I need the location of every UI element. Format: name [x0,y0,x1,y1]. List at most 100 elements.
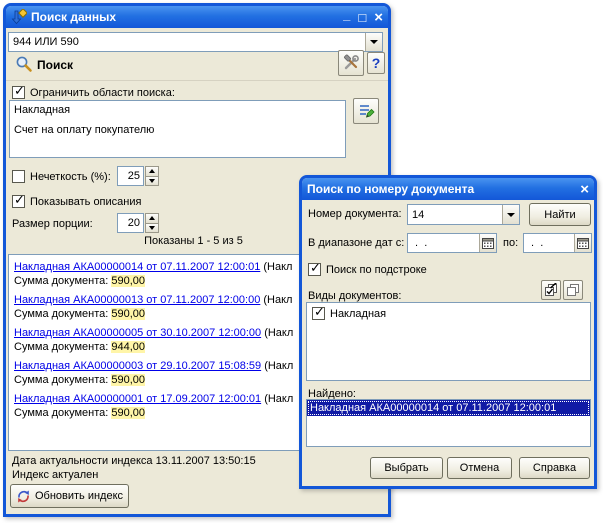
search-icon [15,55,33,76]
search-query-combobox[interactable]: 944 ИЛИ 590 [8,32,383,52]
date-from-calendar-button[interactable] [479,234,496,252]
result-link[interactable]: Накладная АКА00000014 от 07.11.2007 12:0… [14,261,260,273]
check-all-button[interactable] [541,280,561,300]
amount-highlight: 590,00 [111,275,145,287]
window2-client: Номер документа: 14 Найти В диапазоне да… [302,200,594,486]
limit-areas-checkbox[interactable]: Ограничить области поиска: [12,86,175,99]
edit-list-icon [357,102,375,120]
refresh-index-button[interactable]: Обновить индекс [10,484,129,508]
doc-type-checkbox-item[interactable]: Накладная [312,307,589,320]
window-doc-number-search: Поиск по номеру документа × Номер докуме… [299,175,597,489]
edit-areas-button[interactable] [353,98,379,124]
date-to-value[interactable]: . . [524,235,574,251]
spin-down-button[interactable] [145,224,159,234]
result-tail: (Накл [260,261,292,273]
date-range-label: В диапазоне дат с: [308,237,404,249]
found-listbox[interactable]: Накладная АКА00000014 от 07.11.2007 12:0… [306,399,591,447]
result-link[interactable]: Накладная АКА00000001 от 17.09.2007 12:0… [14,393,261,405]
uncheck-all-button[interactable] [563,280,583,300]
window2-titlebar[interactable]: Поиск по номеру документа × [302,178,594,200]
doc-number-label: Номер документа: [308,208,402,220]
cancel-button[interactable]: Отмена [447,457,512,479]
chevron-down-icon [507,213,515,217]
show-descriptions-label: Показывать описания [30,195,141,208]
list-item[interactable]: Накладная [10,103,345,117]
minimize-icon[interactable]: _ [343,8,350,21]
index-status-label: Индекс актуален [12,469,98,481]
result-tail: (Накл [261,360,293,372]
find-button[interactable]: Найти [529,203,591,226]
amount-prefix: Сумма документа: [14,308,111,320]
maximize-icon[interactable]: □ [358,11,366,24]
window2-title: Поиск по номеру документа [307,182,576,196]
portion-size-label: Размер порции: [12,218,93,230]
uncheck-all-icon [566,283,580,297]
substring-search-label: Поиск по подстроке [326,263,427,276]
amount-highlight: 590,00 [111,374,145,386]
window1-title: Поиск данных [31,10,339,24]
find-button-label: Найти [544,209,575,221]
result-link[interactable]: Накладная АКА00000013 от 07.11.2007 12:0… [14,294,260,306]
fuzzy-label: Нечеткость (%): [30,170,111,183]
amount-prefix: Сумма документа: [14,341,111,353]
date-from-value[interactable]: . . [408,235,479,251]
chevron-down-icon [149,226,155,230]
toolbar-separator [6,80,388,81]
doc-number-value[interactable]: 14 [408,207,502,223]
date-to-field[interactable]: . . [523,233,592,253]
tools-icon [342,54,360,72]
checkbox-icon[interactable] [12,86,25,99]
checkbox-icon[interactable] [12,195,25,208]
result-link[interactable]: Накладная АКА00000003 от 29.10.2007 15:0… [14,360,261,372]
list-item[interactable]: Счет на оплату покупателю [10,123,345,137]
doc-type-label: Накладная [330,307,386,320]
date-to-calendar-button[interactable] [574,234,591,252]
select-button[interactable]: Выбрать [370,457,443,479]
app-icon [11,9,27,25]
amount-highlight: 590,00 [111,308,145,320]
amount-prefix: Сумма документа: [14,407,111,419]
spin-up-button[interactable] [145,166,159,177]
doc-types-label: Виды документов: [308,290,401,302]
help-button2[interactable]: Справка [519,457,590,479]
spin-up-button[interactable] [145,213,159,224]
fuzzy-checkbox[interactable]: Нечеткость (%): [12,170,111,183]
refresh-icon [16,489,31,504]
fuzzy-value[interactable]: 25 [117,166,144,186]
calendar-icon [482,237,494,249]
doc-number-combobox[interactable]: 14 [407,204,520,225]
checkbox-icon[interactable] [312,307,325,320]
help-button-label: Справка [533,462,576,474]
found-item-selected[interactable]: Накладная АКА00000014 от 07.11.2007 12:0… [307,400,590,416]
close-icon[interactable]: × [374,11,383,24]
checkbox-icon[interactable] [12,170,25,183]
result-link[interactable]: Накладная АКА00000005 от 30.10.2007 12:0… [14,327,261,339]
amount-highlight: 944,00 [111,341,145,353]
help-icon: ? [372,55,381,71]
cancel-button-label: Отмена [460,462,499,474]
show-descriptions-checkbox[interactable]: Показывать описания [12,195,141,208]
search-areas-listbox[interactable]: Накладная Счет на оплату покупателю [9,100,346,158]
substring-search-checkbox[interactable]: Поиск по подстроке [308,263,427,276]
check-all-icon [544,283,558,297]
help-button[interactable]: ? [367,52,385,74]
spin-down-button[interactable] [145,177,159,187]
portion-size-value[interactable]: 20 [117,213,144,233]
fuzzy-spinner[interactable]: 25 [117,166,159,186]
doc-types-listbox[interactable]: Накладная [306,302,591,381]
window1-titlebar[interactable]: Поиск данных _ □ × [6,6,388,28]
search-section-label[interactable]: Поиск [37,58,73,72]
date-from-field[interactable]: . . [407,233,497,253]
select-button-label: Выбрать [384,462,428,474]
close-icon[interactable]: × [580,183,589,196]
query-dropdown-button[interactable] [365,33,382,51]
search-query-value[interactable]: 944 ИЛИ 590 [9,34,365,50]
portion-size-spinner[interactable]: 20 [117,213,159,233]
search-settings-button[interactable] [338,50,364,76]
result-tail: (Накл [261,393,293,405]
amount-prefix: Сумма документа: [14,275,111,287]
calendar-icon [577,237,589,249]
checkbox-icon[interactable] [308,263,321,276]
doc-number-dropdown-button[interactable] [502,205,519,224]
index-date-label: Дата актуальности индекса 13.11.2007 13:… [12,455,256,467]
